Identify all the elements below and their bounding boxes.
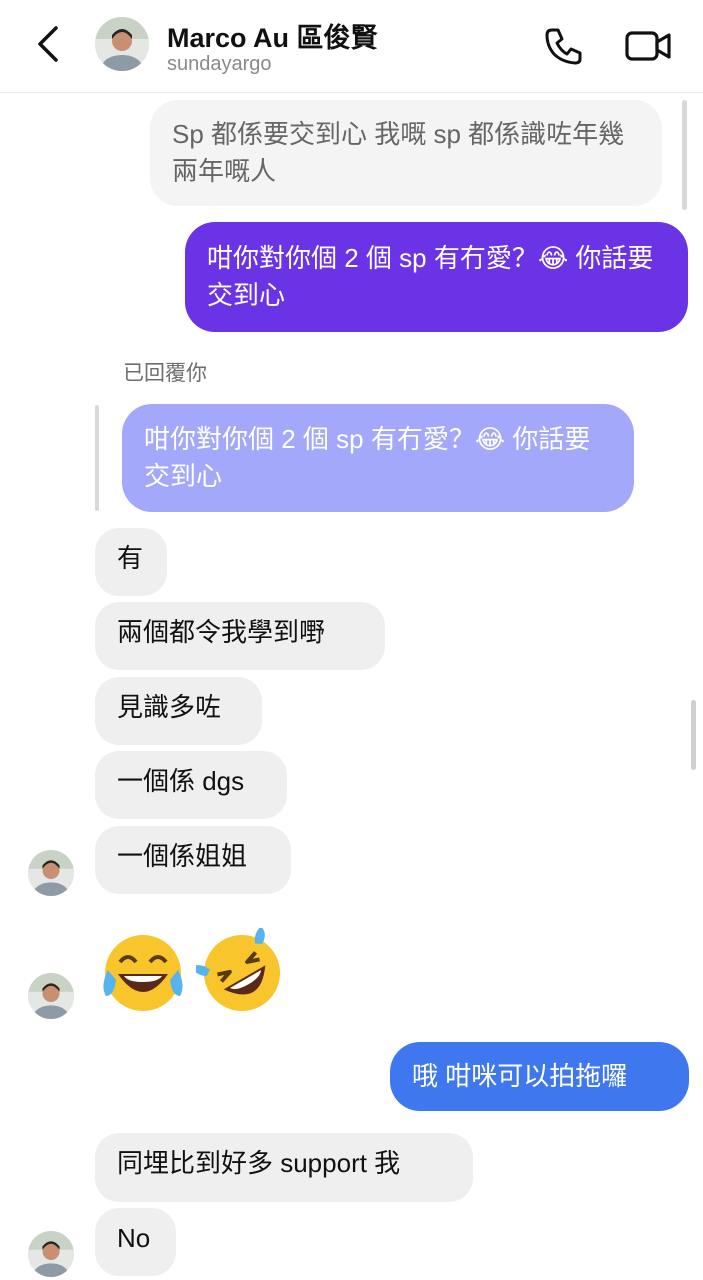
- outgoing-message[interactable]: 哦 咁咪可以拍拖囉: [390, 1042, 689, 1111]
- sender-avatar[interactable]: [28, 850, 74, 896]
- sender-avatar[interactable]: [28, 973, 74, 1019]
- back-arrow-icon[interactable]: [30, 22, 66, 66]
- contact-name[interactable]: Marco Au 區俊賢: [167, 16, 378, 55]
- incoming-message[interactable]: 有: [95, 528, 167, 596]
- incoming-message[interactable]: 兩個都令我學到嘢: [95, 602, 385, 670]
- incoming-message[interactable]: 見識多咗: [95, 677, 262, 745]
- profile-photo-avatar: [28, 973, 74, 1019]
- contact-username[interactable]: sundayargo: [167, 53, 272, 76]
- reply-indicator-bar: [95, 405, 99, 511]
- incoming-message[interactable]: 一個係姐姐: [95, 826, 291, 894]
- incoming-message[interactable]: No: [95, 1208, 176, 1276]
- incoming-message[interactable]: 一個係 dgs: [95, 751, 287, 819]
- contact-avatar[interactable]: [95, 17, 149, 71]
- scrollbar-thumb[interactable]: [691, 700, 696, 770]
- profile-photo-avatar: [28, 1231, 74, 1277]
- sender-avatar[interactable]: [28, 1231, 74, 1277]
- scrollbar-top[interactable]: [682, 100, 687, 210]
- chat-header: Marco Au 區俊賢 sundayargo: [0, 0, 703, 93]
- phone-icon[interactable]: [542, 24, 586, 68]
- incoming-message[interactable]: 同埋比到好多 support 我: [95, 1133, 473, 1202]
- video-camera-icon[interactable]: [624, 24, 672, 68]
- emoji-tears-of-joy[interactable]: [98, 930, 188, 1016]
- outgoing-message[interactable]: 咁你對你個 2 個 sp 有冇愛？😂 你話要交到心: [185, 222, 688, 332]
- reply-label: 已回覆你: [123, 362, 207, 385]
- profile-photo-avatar: [28, 850, 74, 896]
- profile-photo-avatar: [95, 17, 149, 71]
- quoted-message[interactable]: 咁你對你個 2 個 sp 有冇愛？😂 你話要交到心: [122, 404, 634, 512]
- emoji-rolling-on-floor-laughing[interactable]: [191, 926, 288, 1018]
- incoming-message[interactable]: Sp 都係要交到心 我嘅 sp 都係識咗年幾兩年嘅人: [150, 100, 662, 206]
